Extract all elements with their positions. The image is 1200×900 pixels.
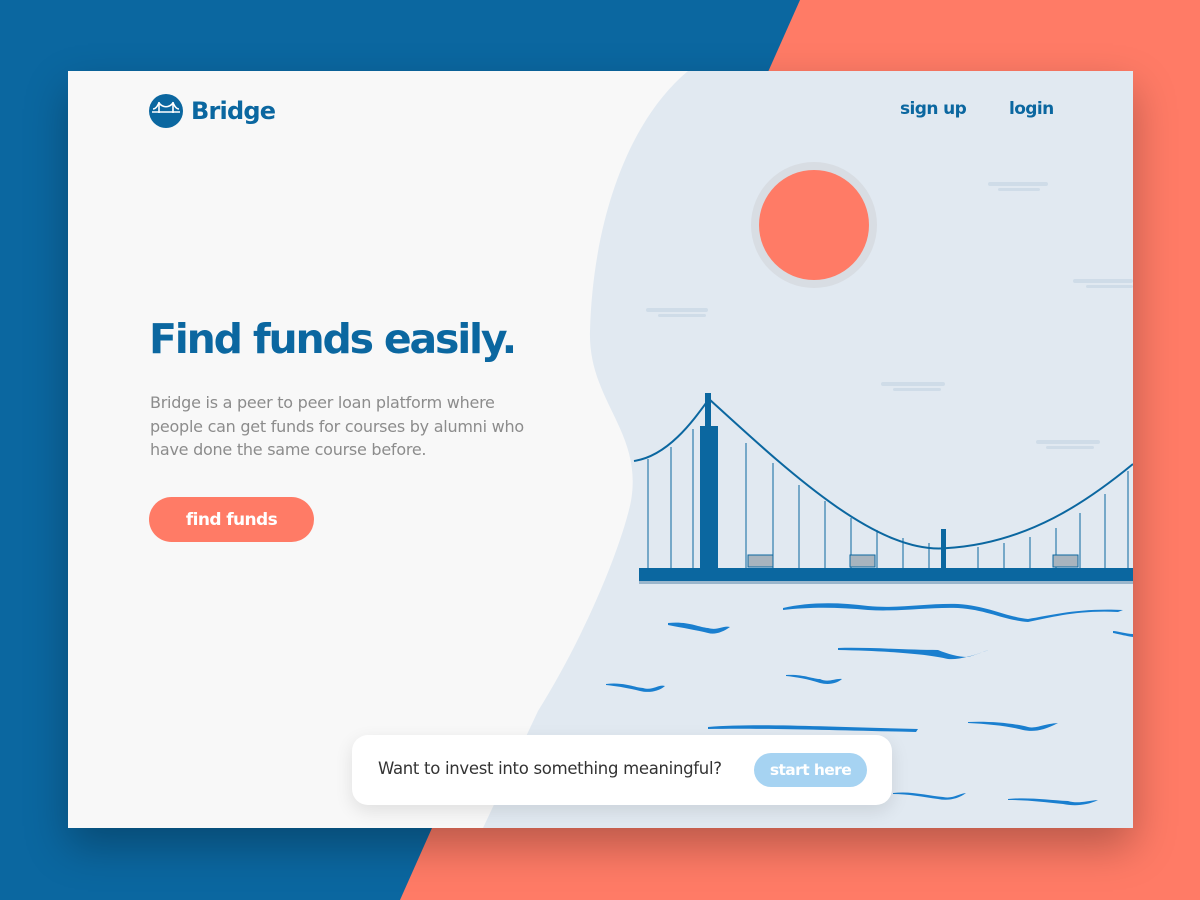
bridge-logo-icon xyxy=(149,94,183,128)
login-link[interactable]: login xyxy=(1009,99,1054,119)
start-here-button[interactable]: start here xyxy=(754,753,867,787)
find-funds-button[interactable]: find funds xyxy=(149,497,314,542)
brand-name: Bridge xyxy=(191,97,276,125)
sun-icon xyxy=(751,162,877,288)
sign-up-link[interactable]: sign up xyxy=(900,99,967,119)
hero-description: Bridge is a peer to peer loan platform w… xyxy=(150,393,524,459)
hero-headline: Find funds easily. xyxy=(149,315,517,363)
bridge-deck-highlight xyxy=(639,581,1133,584)
invest-banner: Want to invest into something meaningful… xyxy=(352,735,892,805)
landing-page-card: Bridge sign up login Find funds easily. … xyxy=(68,71,1133,828)
brand-logo[interactable]: Bridge xyxy=(149,93,276,129)
invest-banner-text: Want to invest into something meaningful… xyxy=(378,759,722,778)
